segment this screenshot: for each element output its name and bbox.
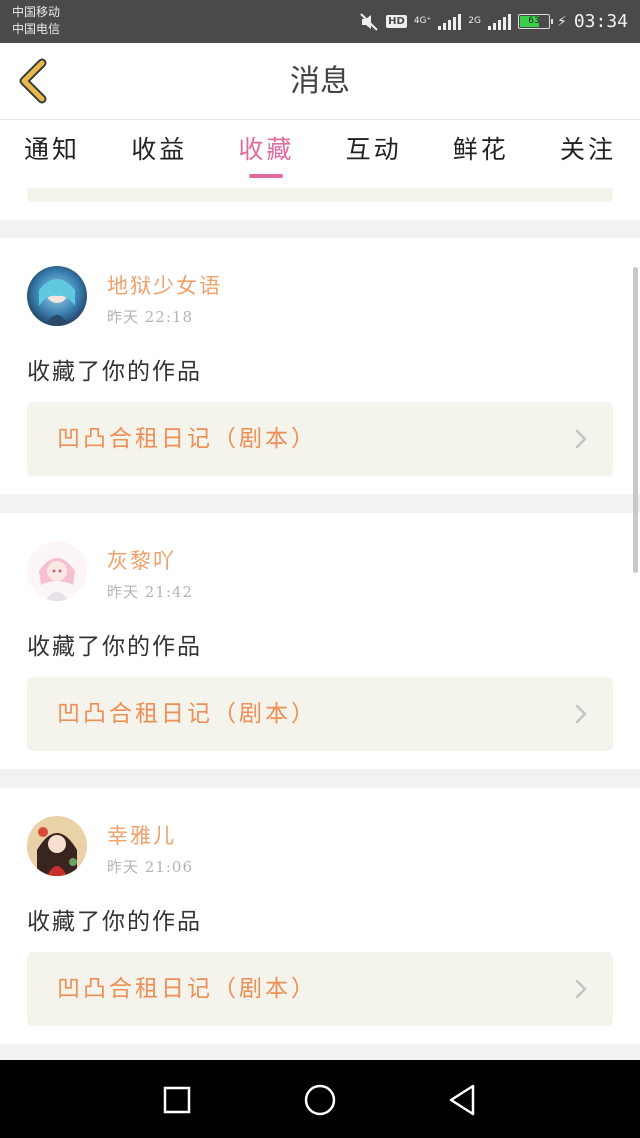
previous-message-card <box>0 188 640 220</box>
chevron-right-icon <box>575 429 587 449</box>
tab-follows[interactable]: 关注 <box>560 120 616 188</box>
tab-flowers[interactable]: 鲜花 <box>453 120 509 188</box>
username[interactable]: 灰黎吖 <box>107 545 176 575</box>
page-title: 消息 <box>290 64 350 99</box>
circle-icon <box>304 1084 336 1116</box>
avatar-image <box>27 816 87 876</box>
hd-badge: HD <box>386 15 407 28</box>
avatar-image <box>27 266 87 326</box>
message-card: 地狱少女语 昨天 22:18 收藏了你的作品 凹凸合租日记（剧本） <box>0 238 640 494</box>
square-icon <box>163 1086 191 1114</box>
tab-earnings[interactable]: 收益 <box>131 120 187 188</box>
chevron-right-icon <box>575 704 587 724</box>
work-link[interactable]: 凹凸合租日记（剧本） <box>27 402 613 476</box>
work-link[interactable]: 凹凸合租日记（剧本） <box>27 677 613 751</box>
message-time: 昨天 22:18 <box>107 308 193 326</box>
carrier-info: 中国移动 中国电信 <box>12 4 60 38</box>
avatar[interactable] <box>27 266 87 326</box>
message-card: 灰黎吖 昨天 21:42 收藏了你的作品 凹凸合租日记（剧本） <box>0 513 640 769</box>
carrier-2: 中国电信 <box>12 22 61 36</box>
message-time: 昨天 21:06 <box>107 858 193 876</box>
chevron-left-icon <box>19 58 47 104</box>
avatar[interactable] <box>27 816 87 876</box>
work-title: 凹凸合租日记（剧本） <box>57 976 317 1002</box>
charging-icon: ⚡ <box>556 13 567 30</box>
header: 消息 <box>0 43 640 120</box>
status-bar: 中国移动 中国电信 HD 4G⁺ 2G 63 ⚡ 03:34 <box>0 0 640 43</box>
message-list[interactable]: 地狱少女语 昨天 22:18 收藏了你的作品 凹凸合租日记（剧本） 灰黎吖 昨天… <box>0 188 640 1060</box>
tab-favorites[interactable]: 收藏 <box>238 120 294 188</box>
carrier-1: 中国移动 <box>12 5 61 19</box>
home-button[interactable] <box>298 1078 342 1122</box>
navigation-bar <box>0 1060 640 1138</box>
work-title: 凹凸合租日记（剧本） <box>57 701 317 727</box>
username[interactable]: 地狱少女语 <box>107 270 222 300</box>
work-title: 凹凸合租日记（剧本） <box>57 426 317 452</box>
battery-level: 63 <box>528 16 540 26</box>
signal-icon <box>438 13 462 30</box>
message-card: 幸雅儿 昨天 21:06 收藏了你的作品 凹凸合租日记（剧本） <box>0 788 640 1044</box>
avatar[interactable] <box>27 541 87 601</box>
triangle-back-icon <box>449 1084 475 1116</box>
work-link[interactable]: 凹凸合租日记（剧本） <box>27 952 613 1026</box>
back-button[interactable] <box>14 57 58 105</box>
tab-bar: 通知 收益 收藏 互动 鲜花 关注 <box>0 120 640 188</box>
chevron-right-icon <box>575 979 587 999</box>
previous-work-link[interactable] <box>27 188 613 202</box>
back-nav-button[interactable] <box>440 1078 484 1122</box>
tab-interactions[interactable]: 互动 <box>346 120 402 188</box>
tab-notifications[interactable]: 通知 <box>24 120 80 188</box>
signal-icon <box>487 13 511 30</box>
message-action: 收藏了你的作品 <box>27 359 202 385</box>
mute-icon <box>360 12 378 31</box>
username[interactable]: 幸雅儿 <box>107 820 176 850</box>
recent-apps-button[interactable] <box>155 1078 199 1122</box>
battery-icon: 63 <box>517 14 553 29</box>
avatar-image <box>27 541 87 601</box>
message-time: 昨天 21:42 <box>107 583 193 601</box>
scrollbar[interactable] <box>633 267 638 573</box>
message-action: 收藏了你的作品 <box>27 634 202 660</box>
network-type-1: 4G⁺ <box>413 16 432 26</box>
message-action: 收藏了你的作品 <box>27 909 202 935</box>
status-icons: HD 4G⁺ 2G 63 ⚡ 03:34 <box>359 0 628 43</box>
network-type-2: 2G <box>468 16 481 26</box>
status-time: 03:34 <box>573 11 628 32</box>
